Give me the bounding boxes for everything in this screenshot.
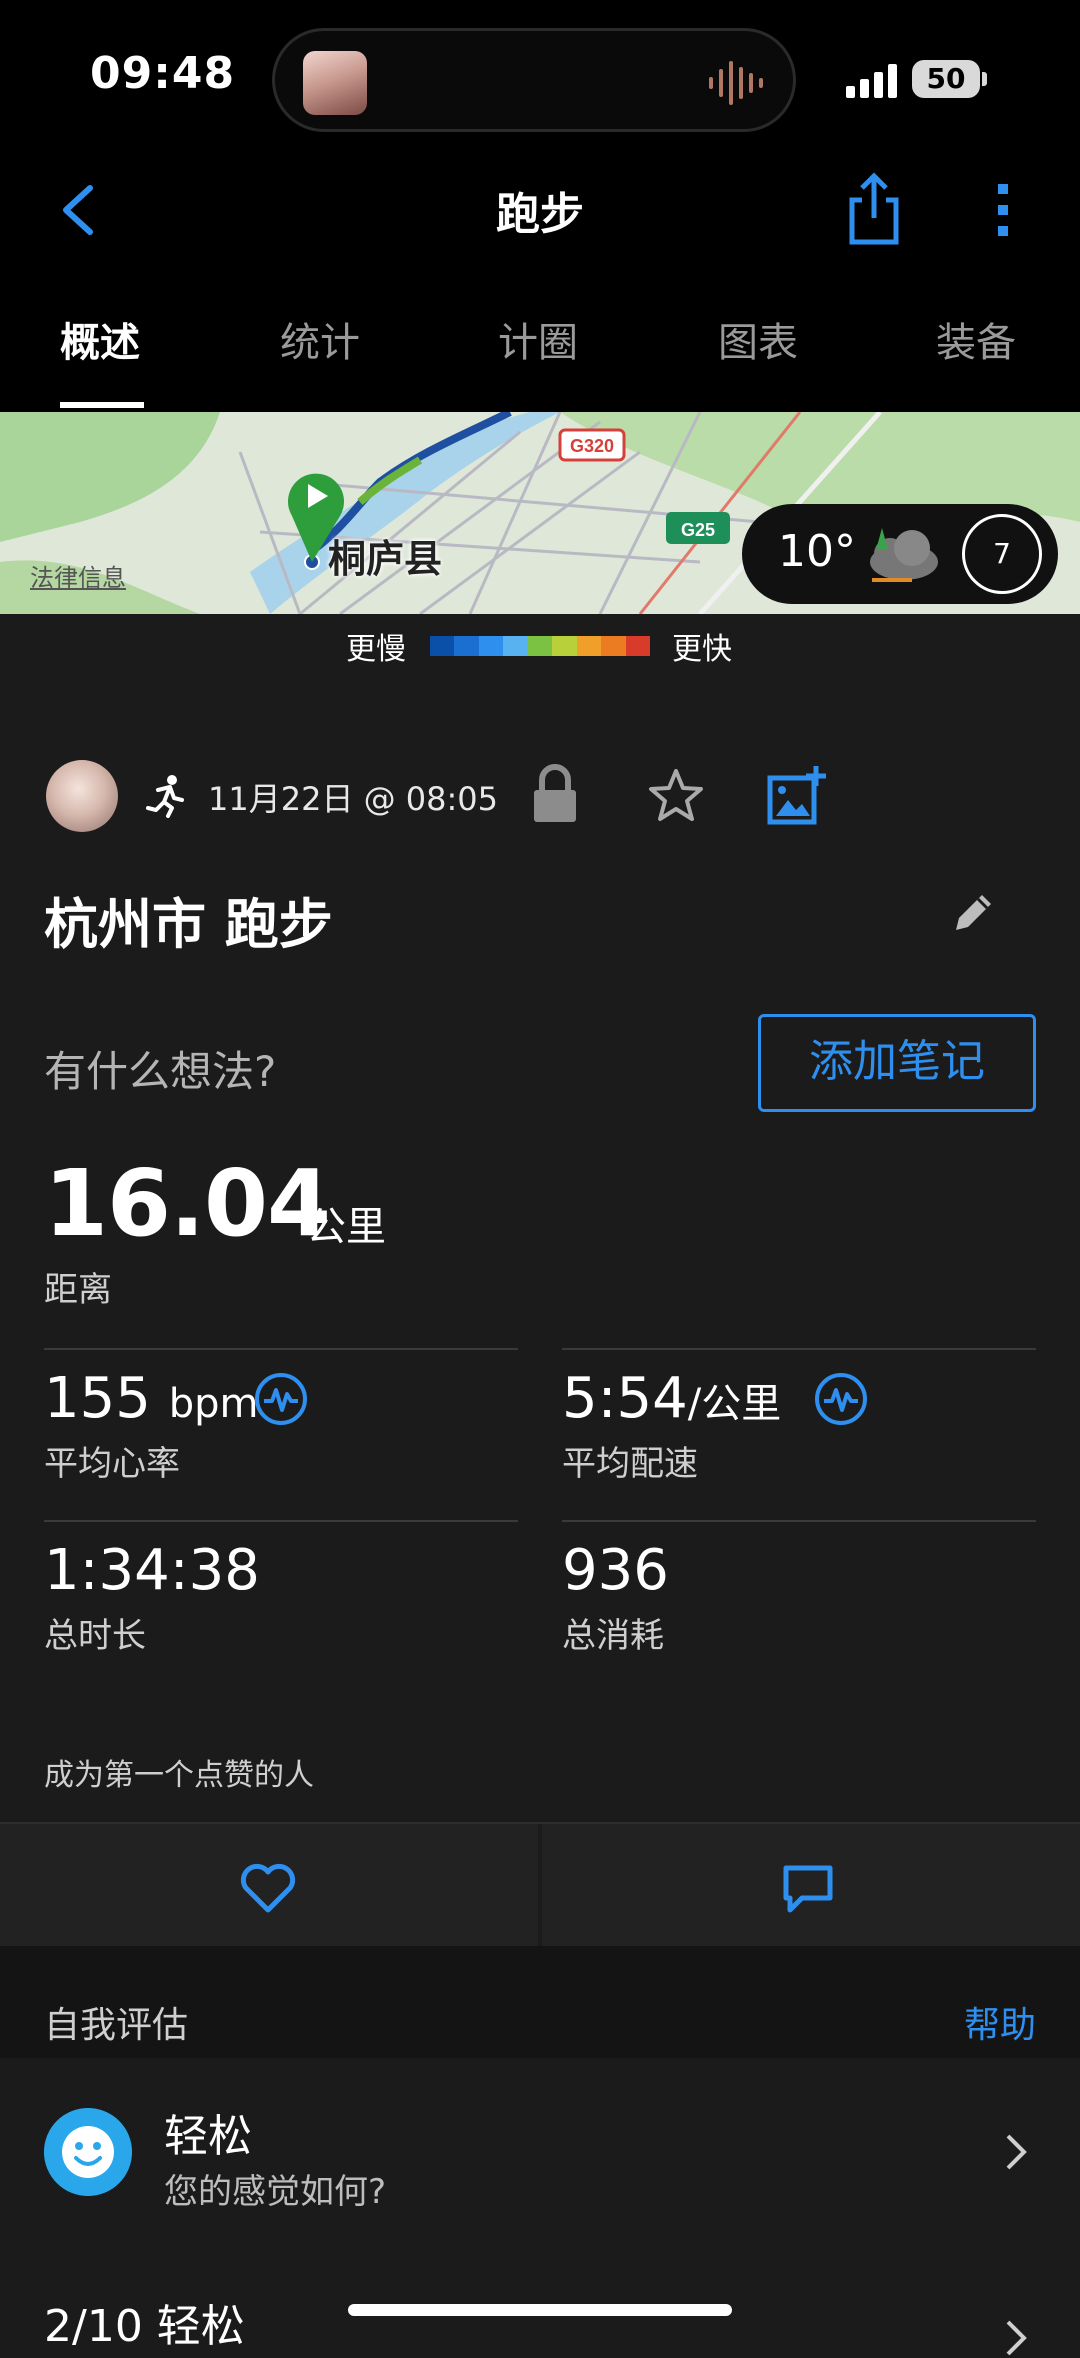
island-album-art [303,51,367,115]
tab-stats[interactable]: 统计 [280,310,360,368]
speed-color-swatch [527,636,553,656]
speed-gradient-bar [430,636,650,656]
add-photo-icon[interactable] [766,764,830,828]
duration-value: 1:34:38 [44,1538,260,1603]
speed-color-swatch [601,636,626,656]
more-options-icon[interactable] [984,180,1024,240]
effort-rating[interactable]: 2/10 轻松 [44,2290,245,2354]
speed-color-swatch [430,636,455,656]
heart-rate-stat: 155 bpm [44,1366,258,1431]
navigation-bar: 跑步 [0,150,1080,290]
tab-overview[interactable]: 概述 [60,310,140,368]
legal-info-link[interactable]: 法律信息 [30,558,126,593]
tab-bar: 概述 统计 计圈 图表 装备 [0,290,1080,412]
tab-gear[interactable]: 装备 [936,310,1016,368]
likes-prompt: 成为第一个点赞的人 [44,1758,314,1793]
comment-button[interactable] [542,1824,1080,1948]
legend-slower-label: 更慢 [346,632,406,667]
status-time: 09:48 [90,48,236,99]
chevron-right-icon [1006,2134,1027,2170]
active-tab-indicator [60,402,144,408]
dynamic-island[interactable] [272,28,796,132]
page-title: 跑步 [496,189,584,240]
activity-datetime: 11月22日 @ 08:05 [208,780,499,818]
social-action-bar [0,1822,1080,1950]
stat-divider [44,1348,518,1350]
user-avatar[interactable] [46,760,118,832]
chevron-right-icon [1006,2320,1027,2356]
like-button[interactable] [0,1824,538,1948]
pace-unit: /公里 [687,1381,782,1427]
tab-laps[interactable]: 计圈 [498,310,578,368]
self-assessment-header: 自我评估 帮助 [0,1946,1080,2058]
distance-label: 距离 [44,1270,112,1310]
distance-value: 16.04 [44,1150,331,1257]
speed-color-swatch [552,636,577,656]
heart-rate-unit: bpm [168,1381,259,1427]
share-icon[interactable] [842,170,906,246]
battery-tip [982,72,987,86]
speed-legend: 更慢 更快 [0,614,1080,674]
map-city-label: 桐庐县 [328,537,443,581]
distance-unit: 公里 [306,1204,386,1250]
pace-label: 平均配速 [562,1444,698,1484]
legend-faster-label: 更快 [672,632,732,667]
self-assessment-title: 自我评估 [44,2005,189,2046]
calories-value: 936 [562,1538,669,1603]
weather-pill[interactable]: 10° 7 [742,504,1058,604]
calories-label: 总消耗 [562,1616,664,1656]
pace-pulse-icon[interactable] [814,1372,868,1426]
smiley-face-icon [44,2108,132,2196]
cloud-icon [870,528,938,582]
speed-color-swatch [478,636,504,656]
feeling-row[interactable]: 轻松 您的感觉如何? [0,2058,1080,2244]
road-shield-g25: G25 [681,520,715,540]
stat-divider [44,1520,518,1522]
stat-divider [562,1520,1036,1522]
thoughts-prompt[interactable]: 有什么想法? [44,1038,276,1099]
add-note-button[interactable]: 添加笔记 [758,1014,1036,1112]
feeling-subtitle: 您的感觉如何? [164,2172,387,2212]
route-map[interactable]: G320 G25 桐庐县 法律信息 10° 7 [0,412,1080,614]
road-shield-g320: G320 [570,436,614,456]
duration-label: 总时长 [44,1616,146,1656]
stat-divider [562,1348,1036,1350]
home-indicator[interactable] [348,2304,732,2316]
heart-rate-pulse-icon[interactable] [254,1372,308,1426]
help-link[interactable]: 帮助 [964,1996,1036,2048]
feeling-title: 轻松 [164,2111,252,2162]
edit-pencil-icon[interactable] [950,890,996,936]
status-bar: 09:48 50 [0,0,1080,150]
speed-color-swatch [454,636,479,656]
speed-color-swatch [576,636,602,656]
tab-charts[interactable]: 图表 [718,310,798,368]
heart-icon [240,1863,296,1913]
heart-rate-value: 155 [44,1366,151,1431]
cellular-signal-icon [846,64,897,98]
speed-color-swatch [625,636,650,656]
activity-title: 杭州市 跑步 [44,893,333,956]
lock-icon[interactable] [530,764,580,824]
pace-stat: 5:54/公里 [562,1366,781,1431]
audio-wave-icon [709,61,763,105]
pace-value: 5:54 [562,1366,688,1431]
star-icon[interactable] [646,766,706,826]
comment-icon [783,1865,833,1913]
battery-indicator: 50 [912,60,980,98]
weather-temperature: 10° [778,526,856,577]
running-icon [146,775,184,818]
wind-speed-indicator: 7 [962,514,1042,594]
speed-color-swatch [503,636,528,656]
heart-rate-label: 平均心率 [44,1444,180,1484]
